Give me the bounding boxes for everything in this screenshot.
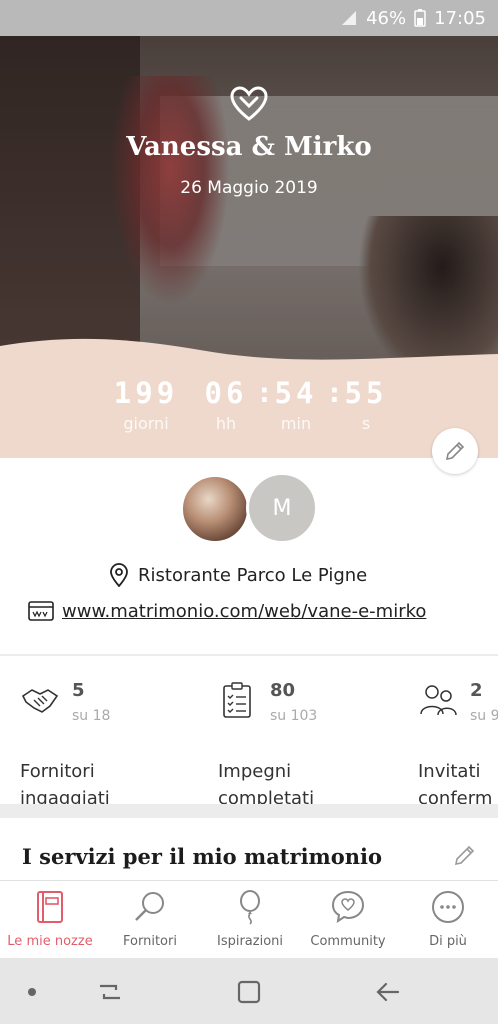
battery-level: 46% [366,7,407,29]
nav-di-piu[interactable]: Di più [398,881,498,959]
stat-vendors-total: su 18 [72,708,111,724]
heart-logo-icon [230,86,268,121]
stat-guests-label-2: conferm [418,788,493,804]
bottom-nav: Le mie nozze Fornitori Ispirazioni Commu… [0,880,498,958]
back-icon[interactable] [372,976,404,1008]
venue-row[interactable]: Ristorante Parco Le Pigne [108,562,367,588]
nav-le-mie-nozze[interactable]: Le mie nozze [0,881,100,959]
stat-vendors-label-2: ingaggiati [20,788,110,804]
battery-icon [414,9,426,27]
countdown-days-value: 199 [113,376,179,410]
signal-icon [342,11,357,25]
stat-guests-label: Invitati conferm [418,758,492,804]
pencil-icon[interactable] [452,842,478,868]
system-nav-bar [0,958,498,1024]
countdown-hours-value: 06 [204,376,248,410]
hero-banner: Vanessa & Mirko 26 Maggio 2019 199 giorn… [0,36,498,458]
countdown-days: 199 giorni [108,376,184,433]
stat-tasks-label-2: completati [218,788,315,804]
pencil-icon [445,441,465,461]
website-link[interactable]: www.matrimonio.com/web/vane-e-mirko [62,601,426,622]
handshake-icon [21,689,59,713]
more-icon [432,891,464,923]
countdown-minutes-value: 54 [274,376,318,410]
nav-label: Di più [429,934,467,949]
countdown-hours-label: hh [215,414,237,433]
website-row[interactable]: www.matrimonio.com/web/vane-e-mirko [28,598,426,624]
countdown-minutes-label: min [280,414,312,433]
nav-label: Le mie nozze [7,934,93,949]
stat-guests-count: 2 [470,680,483,701]
nav-label: Fornitori [123,934,177,949]
stat-vendors-count: 5 [72,680,85,701]
avatar-initial[interactable]: M [246,472,318,544]
status-bar: 46% 17:05 [0,0,498,36]
dot-icon[interactable] [16,976,48,1008]
website-icon [28,601,54,621]
planner-icon [37,891,63,923]
recent-apps-icon[interactable] [94,976,126,1008]
stat-tasks-label-1: Impegni [218,761,292,782]
wedding-date: 26 Maggio 2019 [180,178,318,198]
stat-tasks-label: Impegni completati [218,758,314,804]
wedding-info-card: M Ristorante Parco Le Pigne www.matrimon… [0,458,498,654]
services-section: I servizi per il mio matrimonio [0,818,498,880]
countdown-seconds-value: 55 [344,376,388,410]
countdown: 199 giorni 06 hh : 54 min : 55 s [108,376,398,446]
clock: 17:05 [434,7,486,29]
stat-vendors-label-1: Fornitori [20,761,95,782]
nav-label: Ispirazioni [216,934,284,949]
nav-ispirazioni[interactable]: Ispirazioni [200,881,300,959]
search-icon [135,892,164,921]
stat-guests-total: su 9 [470,708,498,724]
countdown-seconds: 55 s [340,376,392,433]
nav-community[interactable]: Community [298,881,398,959]
home-icon[interactable] [233,976,265,1008]
countdown-hours: 06 hh [200,376,252,433]
progress-stats: 5 su 18 Fornitori ingaggiati 80 su 103 I… [0,656,498,804]
chat-heart-icon [331,890,365,924]
balloon-icon [240,890,260,925]
stat-guests-label-1: Invitati [418,761,481,782]
venue-name: Ristorante Parco Le Pigne [138,564,368,586]
checklist-icon [223,682,251,718]
countdown-seconds-label: s [361,414,371,433]
stat-vendors-label: Fornitori ingaggiati [20,758,110,804]
avatar-photo[interactable] [180,474,250,544]
countdown-days-label: giorni [123,414,169,433]
services-title: I servizi per il mio matrimonio [22,844,383,869]
couple-name: Vanessa & Mirko [126,132,372,162]
guests-icon [420,685,457,716]
app-screen: 46% 17:05 Vanessa & Mirko 26 Maggio 2019… [0,0,498,1024]
nav-fornitori[interactable]: Fornitori [100,881,200,959]
countdown-minutes: 54 min [270,376,322,433]
location-pin-icon [110,563,128,587]
nav-label: Community [310,934,386,949]
edit-wedding-button[interactable] [432,428,478,474]
stat-tasks-total: su 103 [270,708,318,724]
stat-tasks-count: 80 [270,680,296,701]
